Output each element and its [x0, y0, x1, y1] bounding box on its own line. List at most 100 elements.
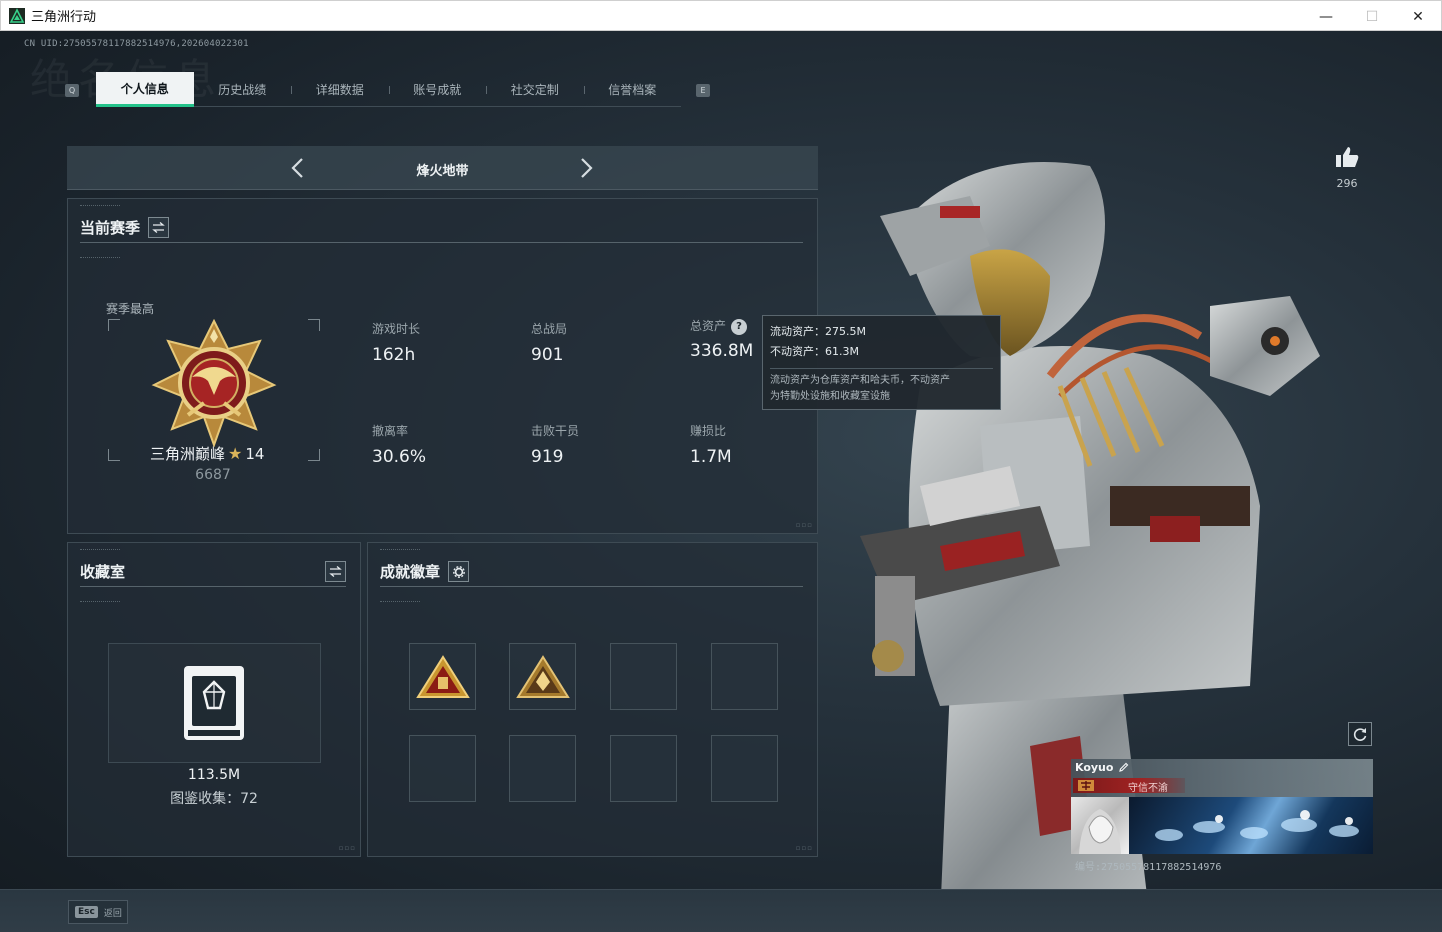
uid-line: CN UID:2750557811788251497​6,20260402230… [24, 39, 249, 49]
stat-total-assets: 总资产? 336.8M [690, 317, 753, 361]
swap-icon [152, 222, 165, 233]
bottom-bar [0, 889, 1442, 932]
app-logo-icon [9, 7, 25, 24]
stat-label: 总资产? [690, 317, 753, 335]
edit-icon[interactable] [1118, 762, 1129, 773]
player-name: Koyuo [1075, 761, 1114, 774]
badge-slot[interactable] [409, 735, 476, 802]
panel-decoration [80, 601, 120, 603]
window-titlebar: 三角洲行动 — ☐ ✕ [0, 0, 1442, 31]
badge-slot[interactable] [509, 735, 576, 802]
tab-history[interactable]: 历史战绩 [194, 72, 292, 107]
collection-title: 收藏室 [80, 563, 126, 581]
bracket-corner [308, 449, 320, 461]
collection-panel: 收藏室 113.5M 图鉴收集：72 ▫▫▫ [67, 542, 361, 857]
collection-switch-button[interactable] [325, 561, 346, 582]
panel-decoration [80, 257, 120, 259]
vault-frame[interactable] [108, 643, 321, 763]
current-season-panel: 当前赛季 赛季最高 三角洲巅峰 ★ 14 6687 游戏时长 162h 总战局 … [67, 198, 818, 534]
panel-decoration [80, 205, 120, 207]
badge-slot[interactable] [610, 735, 677, 802]
like-button[interactable]: 296 [1332, 145, 1362, 190]
stat-label-text: 总资产 [690, 319, 727, 333]
triangle-badge-icon [415, 654, 470, 698]
stat-value: 901 [531, 345, 564, 365]
stat-label: 击败干员 [531, 424, 580, 438]
title-emblem-icon [1078, 780, 1094, 791]
esc-key-hint: Esc [75, 906, 98, 918]
mode-next-button[interactable] [575, 156, 597, 180]
stat-total-matches: 总战局 901 [531, 320, 567, 365]
season-switch-button[interactable] [148, 217, 170, 238]
stat-value: 336.8M [690, 340, 754, 361]
star-icon: ★ [228, 444, 243, 463]
portrait-image [1079, 809, 1121, 854]
tab-next-key-hint: E [696, 84, 710, 97]
tab-bar: Q 个人信息 历史战绩 详细数据 账号成就 社交定制 信誉档案 E [65, 72, 715, 107]
rank-emblem-icon [151, 319, 277, 447]
game-client: 绝名信息 CN UID:2750557811788251497​6,202604… [0, 31, 1442, 932]
close-button[interactable]: ✕ [1395, 1, 1441, 32]
triangle-badge-icon [515, 654, 570, 698]
tooltip-desc-line: 为特勤处设施和收藏室设施 [770, 391, 890, 402]
collection-count: 图鉴收集：72 [170, 791, 258, 807]
window-controls: — ☐ ✕ [1303, 1, 1441, 32]
maximize-button[interactable]: ☐ [1349, 1, 1395, 32]
panel-decoration: ▫▫▫ [338, 844, 356, 852]
stat-profit-loss: 赚损比 1.7M [690, 422, 732, 467]
stat-label: 总战局 [531, 322, 568, 336]
like-count: 296 [1336, 177, 1358, 190]
collection-value: 113.5M [187, 767, 241, 783]
namecard-header: Koyuo 守信不渝 [1071, 759, 1373, 797]
rank-score: 6687 [195, 467, 231, 483]
stat-extraction-rate: 撤离率 30.6% [372, 422, 426, 467]
badge-slot[interactable] [509, 643, 576, 710]
back-label: 返回 [103, 908, 122, 919]
tab-detailed-data[interactable]: 详细数据 [291, 72, 389, 107]
badges-settings-button[interactable] [448, 561, 470, 582]
panel-decoration [380, 549, 420, 551]
badge-slot[interactable] [610, 643, 677, 710]
panel-decoration: ▫▫▫ [795, 844, 813, 852]
gear-icon [452, 565, 465, 578]
mode-selector: 烽火地带 [67, 146, 818, 190]
stat-label: 赚损比 [690, 424, 727, 438]
rank-title: 三角洲巅峰 [150, 445, 226, 463]
banner-art-image [1155, 810, 1359, 841]
badge-slot[interactable] [711, 643, 778, 710]
tab-personal-info[interactable]: 个人信息 [96, 72, 194, 107]
panel-decoration [80, 549, 120, 551]
stat-label: 撤离率 [372, 424, 409, 438]
vault-display-case-icon [184, 666, 244, 740]
refresh-button[interactable] [1348, 722, 1372, 746]
badge-slot[interactable] [409, 643, 476, 710]
panel-decoration: ▫▫▫ [795, 521, 813, 529]
tooltip-divider [770, 368, 993, 369]
stat-value: 30.6% [372, 447, 427, 467]
player-namecard[interactable]: Koyuo 守信不渝 [1071, 759, 1373, 873]
stat-value: 162h [372, 345, 416, 365]
window-title: 三角洲行动 [31, 10, 97, 25]
bracket-corner [108, 449, 120, 461]
tab-social-custom[interactable]: 社交定制 [486, 72, 584, 107]
help-icon[interactable]: ? [731, 318, 748, 335]
back-button[interactable]: Esc 返回 [68, 900, 128, 924]
panel-header: 成就徽章 [380, 557, 803, 587]
minimize-button[interactable]: — [1303, 1, 1349, 32]
panel-decoration [380, 601, 420, 603]
badge-slot[interactable] [711, 735, 778, 802]
player-id: 编号:2750557811788251497​6 [1075, 862, 1222, 873]
tabs: 个人信息 历史战绩 详细数据 账号成就 社交定制 信誉档案 [96, 72, 681, 107]
panel-header: 当前赛季 [80, 213, 803, 243]
thumbs-up-icon [1336, 147, 1359, 167]
tooltip-desc-line: 流动资产为仓库资产和哈夫币，不动资产 [770, 375, 950, 386]
namecard-banner-image [1129, 797, 1373, 854]
stat-play-time: 游戏时长 162h [372, 320, 420, 365]
tab-achievements[interactable]: 账号成就 [388, 72, 487, 107]
tab-prev-key-hint: Q [65, 84, 79, 97]
assets-tooltip: 流动资产：275.5M 不动资产：61.3M 流动资产为仓库资产和哈夫币，不动资… [762, 315, 1001, 410]
refresh-icon [1353, 728, 1367, 741]
chevron-right-icon [581, 158, 593, 178]
tab-credit-record[interactable]: 信誉档案 [583, 72, 682, 107]
player-title-banner: 守信不渝 [1073, 778, 1185, 794]
